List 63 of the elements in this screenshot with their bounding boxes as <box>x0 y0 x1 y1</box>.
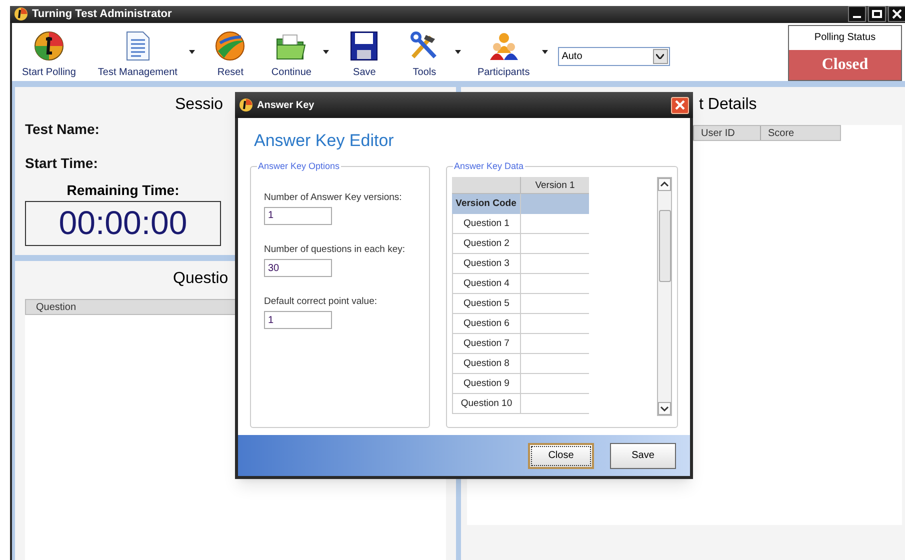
app-logo-icon <box>14 7 28 22</box>
toolbar-button[interactable]: Continue <box>265 23 318 80</box>
row-header: Question 3 <box>462 256 510 270</box>
maximize-button[interactable] <box>868 6 886 22</box>
row-header: Question 6 <box>462 316 510 330</box>
column-header: Score <box>760 126 827 140</box>
panel-heading: Questio <box>173 268 228 288</box>
dialog-title: Answer Key <box>257 98 314 112</box>
caret-icon[interactable] <box>189 50 196 54</box>
row-header: Question 7 <box>462 336 510 350</box>
close-icon[interactable] <box>892 9 902 20</box>
close-button[interactable] <box>671 96 689 114</box>
field-label: Number of questions in each key: <box>264 242 406 257</box>
toolbar-button[interactable]: Tools <box>399 23 450 80</box>
row-header: Question 2 <box>462 236 510 250</box>
app-logo-icon <box>239 98 253 112</box>
field-label: Test Name: <box>25 120 100 138</box>
caret-icon[interactable] <box>542 50 548 54</box>
field-label: Start Time: <box>25 154 98 172</box>
group-legend: Answer Key Data <box>453 160 525 172</box>
row-header: Question 5 <box>462 296 510 310</box>
field-label: Number of Answer Key versions: <box>264 190 403 204</box>
column-header: Version 1 <box>520 176 589 192</box>
group-legend: Answer Key Options <box>257 160 341 172</box>
row-header: Question 10 <box>460 396 514 410</box>
dialog-button[interactable]: Save <box>610 442 676 468</box>
vertical-scrollbar[interactable] <box>657 176 672 416</box>
dialog-button[interactable]: Close <box>528 442 594 468</box>
row-header: Question 4 <box>462 276 510 290</box>
input-field[interactable]: 30 <box>264 259 332 277</box>
field-label: Default correct point value: <box>264 295 378 309</box>
sphere-icon <box>215 31 246 61</box>
panel-heading: Sessio <box>175 94 224 114</box>
people-icon <box>488 31 519 61</box>
scroll-down-icon[interactable] <box>658 402 671 414</box>
mode-dropdown[interactable]: Auto <box>558 46 670 66</box>
tools-icon <box>409 31 440 61</box>
caret-icon[interactable] <box>323 50 330 54</box>
countdown-timer: 00:00:00 <box>25 200 221 246</box>
toolbar-button[interactable]: Start Polling <box>16 23 82 80</box>
toolbar-button[interactable]: Reset <box>205 23 256 80</box>
scroll-up-icon[interactable] <box>658 178 671 190</box>
column-header: Question <box>35 300 78 314</box>
row-header: Version Code <box>454 196 518 210</box>
panel-heading: t Details <box>699 94 757 114</box>
window-title: Turning Test Administrator <box>32 7 172 22</box>
close-button[interactable] <box>888 6 905 22</box>
input-field[interactable]: 1 <box>264 206 332 225</box>
row-header: Question 9 <box>462 376 510 390</box>
toolbar-button[interactable]: Test Management <box>92 23 184 80</box>
toolbar-button[interactable]: Save <box>339 23 390 80</box>
minimize-button[interactable] <box>848 6 866 22</box>
polling-status-value: Closed <box>789 50 901 80</box>
row-header: Question 8 <box>462 356 510 370</box>
multicolor-circle-icon <box>34 31 64 61</box>
input-field[interactable]: 1 <box>264 311 332 330</box>
row-header: Question 1 <box>462 216 510 230</box>
toolbar-button[interactable]: Participants <box>471 23 536 80</box>
document-icon <box>124 31 151 61</box>
scroll-thumb[interactable] <box>658 210 670 282</box>
remaining-time-label: Remaining Time: <box>66 180 180 200</box>
dialog-heading: Answer Key Editor <box>254 130 395 152</box>
caret-icon[interactable] <box>455 50 462 54</box>
